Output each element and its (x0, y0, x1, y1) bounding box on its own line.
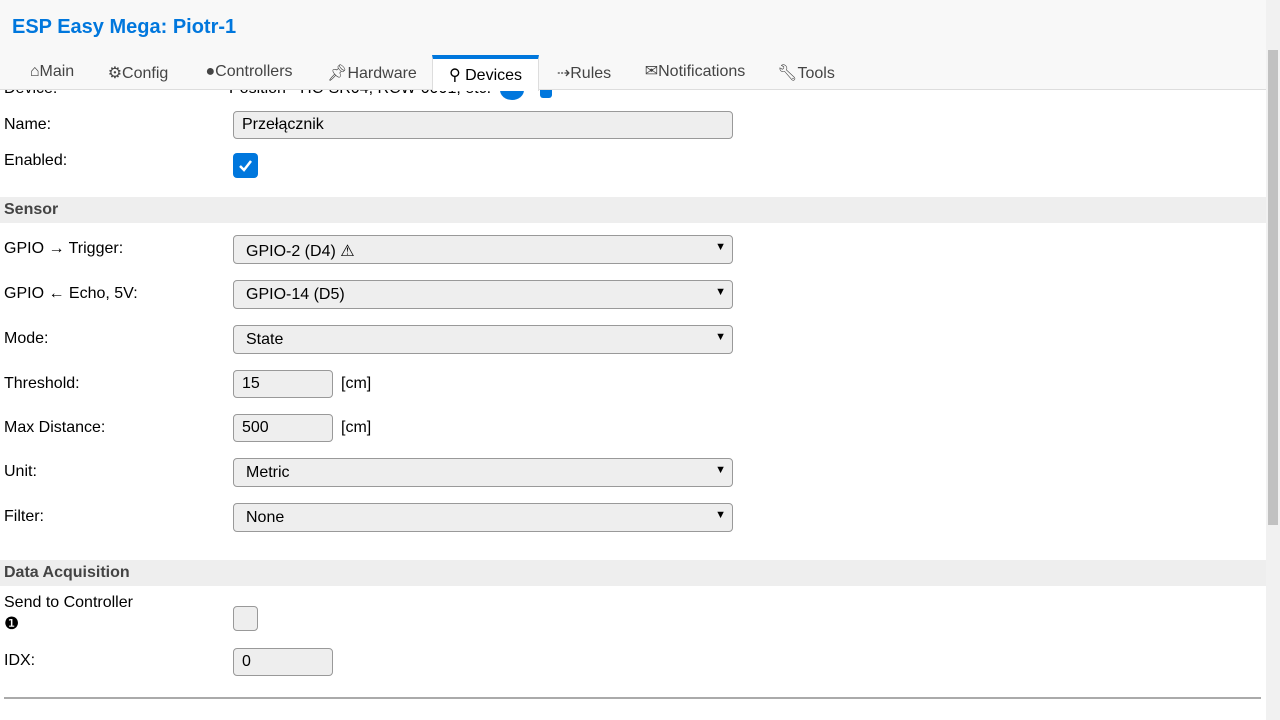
dropdown-arrow-icon: ▼ (715, 464, 726, 476)
tab-config[interactable]: ⚙Config (96, 55, 180, 90)
scrollbar[interactable] (1266, 0, 1280, 720)
controller-number-icon: ❶ (4, 614, 20, 633)
idx-input[interactable] (233, 648, 333, 676)
threshold-input[interactable] (233, 370, 333, 398)
section-sensor: Sensor (0, 197, 1266, 223)
threshold-unit: [cm] (341, 375, 372, 392)
name-input[interactable] (233, 111, 733, 139)
page-title: ESP Easy Mega: Piotr-1 (12, 16, 237, 38)
mode-label: Mode: (4, 330, 49, 347)
divider (4, 697, 1261, 699)
tab-hardware[interactable]: 📌︎Hardware (318, 55, 426, 90)
enabled-label: Enabled: (4, 152, 68, 169)
plug-icon: ⚲ (448, 67, 461, 84)
tab-label: Tools (797, 65, 835, 82)
name-label: Name: (4, 116, 52, 133)
threshold-label: Threshold: (4, 375, 80, 392)
tab-label: Controllers (215, 63, 293, 80)
dropdown-arrow-icon: ▼ (715, 286, 726, 298)
speech-bubble-icon: ● (205, 63, 216, 80)
tab-notifications[interactable]: ✉Notifications (636, 53, 754, 88)
echo-label: GPIO ← Echo, 5V: (4, 285, 138, 302)
pushpin-icon: 📌︎ (327, 65, 348, 82)
section-data-acquisition: Data Acquisition (0, 560, 1266, 586)
max-distance-label: Max Distance: (4, 419, 106, 436)
unit-select[interactable]: Metric ▼ (233, 458, 733, 487)
trigger-value: GPIO-2 (D4) ⚠ (246, 243, 355, 260)
idx-label: IDX: (4, 652, 36, 669)
tab-tools[interactable]: 🔧︎Tools (768, 55, 844, 90)
send-to-controller-checkbox[interactable] (233, 606, 258, 631)
checkmark-icon (239, 160, 252, 172)
mode-select[interactable]: State ▼ (233, 325, 733, 354)
tab-devices[interactable]: ⚲ Devices (432, 55, 539, 91)
echo-select[interactable]: GPIO-14 (D5) ▼ (233, 280, 733, 309)
max-distance-unit: [cm] (341, 419, 372, 436)
tab-rules[interactable]: ⇢Rules (548, 55, 620, 90)
mode-value: State (246, 331, 284, 348)
tab-main[interactable]: ⌂Main (16, 55, 88, 90)
tab-label: Hardware (347, 65, 417, 82)
dropdown-arrow-icon: ▼ (715, 241, 726, 253)
max-distance-input[interactable] (233, 414, 333, 442)
send-to-controller-label: Send to Controller (4, 594, 133, 611)
filter-select[interactable]: None ▼ (233, 503, 733, 532)
scrollbar-thumb[interactable] (1268, 50, 1278, 525)
filter-label: Filter: (4, 508, 44, 525)
enabled-checkbox[interactable] (233, 153, 258, 178)
unit-value: Metric (246, 464, 290, 481)
unit-label: Unit: (4, 463, 37, 480)
tab-label: Devices (465, 67, 523, 84)
dropdown-arrow-icon: ▼ (715, 331, 726, 343)
trigger-label: GPIO → Trigger: (4, 240, 124, 257)
filter-value: None (246, 509, 285, 526)
header: ESP Easy Mega: Piotr-1 ⌂Main ⚙Config ●Co… (0, 0, 1266, 91)
echo-value: GPIO-14 (D5) (246, 286, 345, 303)
trigger-select[interactable]: GPIO-2 (D4) ⚠ ▼ (233, 235, 733, 264)
tab-controllers[interactable]: ●Controllers (190, 55, 308, 90)
dropdown-arrow-icon: ▼ (715, 509, 726, 521)
wrench-icon: 🔧︎ (777, 65, 798, 82)
